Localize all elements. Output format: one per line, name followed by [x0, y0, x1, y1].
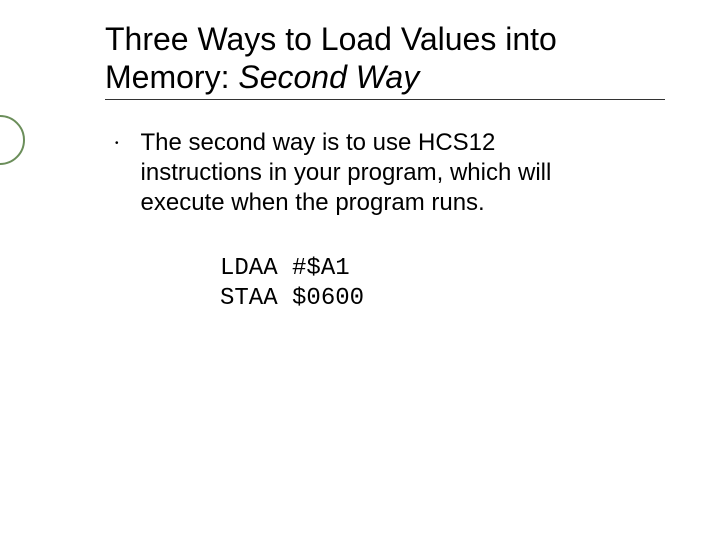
code-line-2: STAA $0600 [220, 285, 364, 312]
slide-content: Three Ways to Load Values into Memory: S… [0, 0, 720, 334]
code-line-1: LDAA #$A1 [220, 255, 350, 282]
title-line-2-italic: Second Way [238, 59, 419, 95]
title-line-2: Memory: Second Way [105, 58, 665, 96]
bullet-item: • The second way is to use HCS12 instruc… [115, 128, 670, 218]
code-block: LDAA #$A1 STAA $0600 [220, 254, 670, 314]
bullet-text: The second way is to use HCS12 instructi… [141, 128, 586, 218]
slide-title: Three Ways to Load Values into Memory: S… [105, 20, 665, 100]
title-line-1: Three Ways to Load Values into [105, 20, 665, 58]
title-line-2-plain: Memory: [105, 59, 238, 95]
bullet-marker-icon: • [115, 138, 119, 218]
